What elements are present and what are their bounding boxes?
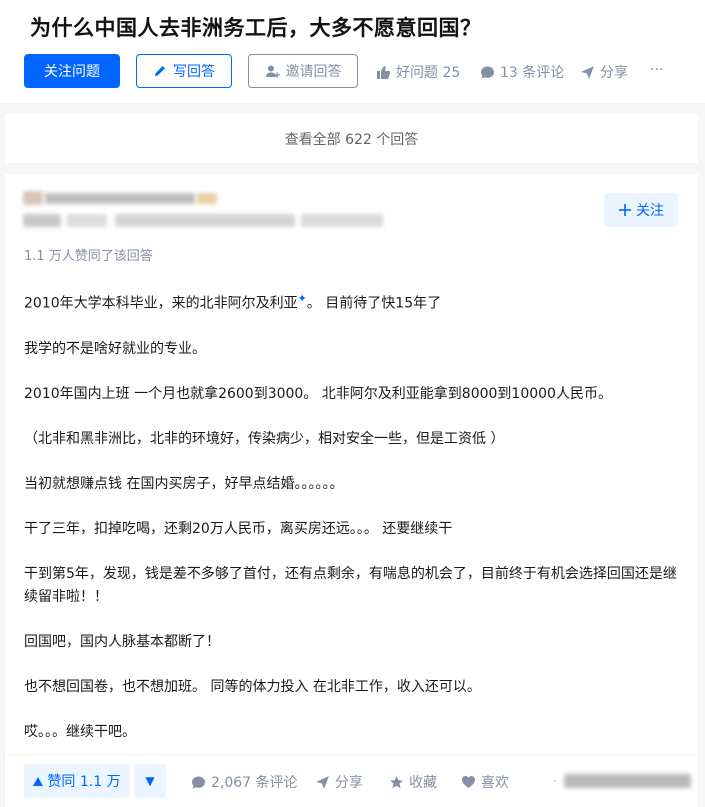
triangle-down-icon: ▼ — [145, 774, 155, 788]
follow-author-button[interactable]: 关注 — [604, 193, 678, 227]
avatar — [23, 191, 43, 205]
share-icon — [315, 775, 330, 790]
answer-paragraph: 哎。。。继续干吧。 — [24, 723, 136, 740]
vote-up-label: 赞同 1.1 万 — [47, 774, 121, 790]
answer-paragraph: 回国吧，国内人脉基本都断了！ — [24, 633, 220, 650]
answer-comments-button[interactable]: 2,067 条评论 — [191, 772, 298, 792]
plus-icon — [618, 203, 632, 217]
like-label: 喜欢 — [481, 775, 509, 791]
author-name — [45, 193, 195, 204]
answer-comments-label: 2,067 条评论 — [211, 775, 298, 791]
view-all-answers-button[interactable]: 查看全部 622 个回答 — [5, 114, 698, 163]
like-button[interactable]: 喜欢 — [461, 772, 509, 792]
pencil-icon — [153, 64, 167, 78]
favorite-label: 收藏 — [409, 775, 437, 791]
question-comments-label: 13 条评论 — [500, 65, 565, 81]
triangle-up-icon — [33, 776, 44, 786]
invite-answer-button[interactable]: 邀请回答 — [248, 54, 358, 88]
answer-paragraph: 干了三年，扣掉吃喝，还剩20万人民币，离买房还远。。。 还要继续干 — [24, 520, 453, 537]
heart-icon — [461, 775, 476, 789]
good-question-label: 好问题 25 — [396, 65, 461, 81]
vote-up-button[interactable]: 赞同 1.1 万 — [24, 764, 130, 798]
answer-card: 关注 1.1 万人赞同了该回答 2010年大学本科毕业，来的北非阿尔及利亚✦。 … — [5, 174, 698, 807]
favorite-button[interactable]: 收藏 — [389, 772, 437, 792]
good-question-button[interactable]: 好问题 25 — [376, 62, 460, 82]
author-bio — [115, 214, 295, 227]
watermark: · — [553, 767, 691, 795]
answer-paragraph: 当初就想赚点钱 在国内买房子，好早点结婚。。。。。。 — [24, 475, 344, 492]
follow-question-button[interactable]: 关注问题 — [24, 54, 120, 88]
author-badge — [197, 193, 217, 204]
link-icon[interactable]: ✦ — [298, 292, 307, 305]
comment-icon — [480, 65, 495, 80]
answer-paragraph: 干到第5年，发现，钱是差不多够了首付，还有点剩余，有喘息的机会了，目前终于有机会… — [24, 565, 677, 605]
thumbs-up-icon — [376, 65, 391, 80]
answer-share-label: 分享 — [335, 775, 363, 791]
vote-down-button[interactable]: ▼ — [134, 764, 166, 798]
star-icon — [389, 775, 404, 790]
answer-paragraph: 我学的不是啥好就业的专业。 — [24, 340, 206, 357]
answer-share-button[interactable]: 分享 — [315, 772, 363, 792]
question-comments-button[interactable]: 13 条评论 — [480, 62, 564, 82]
more-options-button[interactable]: ··· — [650, 62, 663, 78]
answer-paragraph: 2010年大学本科毕业，来的北非阿尔及利亚✦。 目前待了快15年了 — [24, 292, 442, 312]
question-share-label: 分享 — [600, 65, 628, 81]
question-header: 为什么中国人去非洲务工后，大多不愿意回国？ 关注问题 写回答 邀请回答 好问题 … — [0, 0, 705, 103]
add-user-icon — [265, 64, 280, 79]
question-title: 为什么中国人去非洲务工后，大多不愿意回国？ — [30, 16, 482, 40]
question-share-button[interactable]: 分享 — [580, 62, 628, 82]
write-answer-button[interactable]: 写回答 — [136, 54, 232, 88]
share-icon — [580, 65, 595, 80]
answer-paragraph: 也不想回国卷，也不想加班。 同等的体力投入 在北非工作，收入还可以。 — [24, 678, 481, 695]
write-answer-label: 写回答 — [173, 64, 215, 80]
answer-action-bar: 赞同 1.1 万 ▼ 2,067 条评论 分享 收藏 喜欢 · — [5, 756, 698, 807]
upvote-summary: 1.1 万人赞同了该回答 — [24, 249, 153, 264]
answer-paragraph: （北非和黑非洲比，北非的环境好，传染病少，相对安全一些，但是工资低 ） — [24, 430, 505, 447]
follow-author-label: 关注 — [636, 203, 664, 219]
comment-icon — [191, 775, 206, 790]
answer-paragraph: 2010年国内上班 一个月也就拿2600到3000。 北非阿尔及利亚能拿到800… — [24, 385, 612, 402]
invite-answer-label: 邀请回答 — [285, 64, 342, 80]
answer-content: 2010年大学本科毕业，来的北非阿尔及利亚✦。 目前待了快15年了 我学的不是啥… — [24, 287, 684, 766]
